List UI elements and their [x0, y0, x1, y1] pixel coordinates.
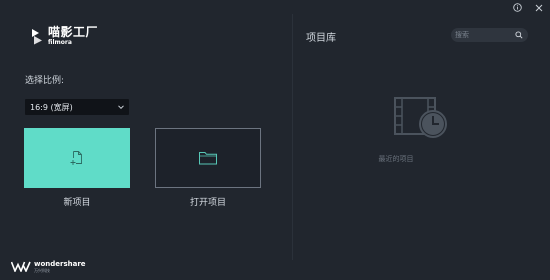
- brand-name-en: wondershare: [34, 260, 86, 268]
- wondershare-brand: wondershare 万兴科技: [11, 260, 86, 273]
- project-library-title: 项目库: [306, 33, 336, 44]
- aspect-ratio-value: 16:9 (宽屏): [30, 102, 73, 112]
- new-project-label: 新项目: [63, 198, 91, 208]
- app-logo: 喵影工厂 filmora: [30, 26, 98, 46]
- open-project-button[interactable]: [155, 128, 261, 188]
- open-project-label: 打开项目: [189, 198, 226, 208]
- search-box: [451, 28, 528, 42]
- wondershare-logo-icon: [11, 261, 31, 272]
- logo-title-en: filmora: [48, 39, 72, 46]
- aspect-ratio-dropdown[interactable]: 16:9 (宽屏): [25, 99, 129, 115]
- brand-name-cn: 万兴科技: [34, 268, 50, 273]
- new-project-button[interactable]: [24, 128, 130, 188]
- project-library-panel: 项目库 最近的项目: [293, 0, 550, 280]
- chevron-down-icon: [118, 105, 124, 110]
- folder-icon: [199, 152, 217, 165]
- logo-title-cn: 喵影工厂: [48, 25, 99, 39]
- new-file-icon: [70, 151, 82, 165]
- filmora-logo-icon: [32, 28, 42, 44]
- recent-projects-empty-label: 最近的项目: [378, 155, 414, 163]
- new-project-panel: 喵影工厂 filmora 选择比例: 16:9 (宽屏) 新项目 打开项目: [0, 0, 292, 280]
- recent-projects-icon: [394, 97, 447, 138]
- start-window: 喵影工厂 filmora 选择比例: 16:9 (宽屏) 新项目 打开项目 项目…: [0, 0, 550, 280]
- search-icon[interactable]: [515, 31, 523, 39]
- aspect-ratio-label: 选择比例:: [25, 76, 65, 86]
- search-input[interactable]: [455, 29, 511, 41]
